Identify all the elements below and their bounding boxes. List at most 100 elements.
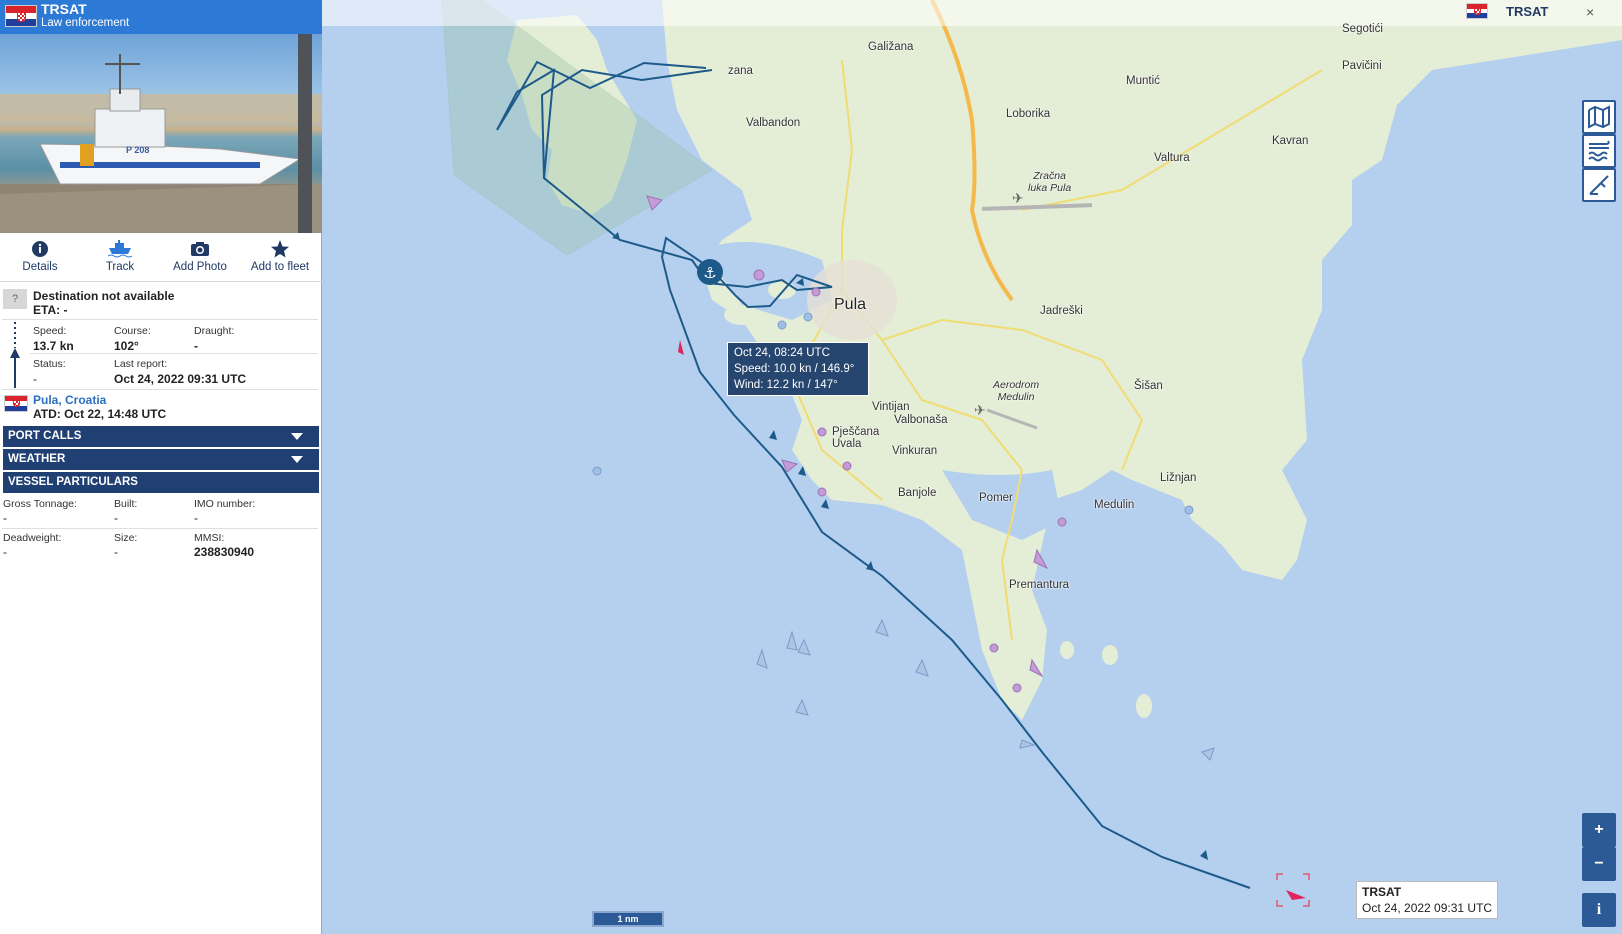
- deadweight-label: Deadweight:: [3, 532, 62, 544]
- vessel-map-label-time: Oct 24, 2022 09:31 UTC: [1362, 901, 1493, 915]
- status-value: -: [33, 372, 37, 386]
- place-label: Valtura: [1154, 152, 1190, 164]
- croatia-flag-icon: [1466, 3, 1488, 19]
- app-root: TRSAT Law enforcement P 208 Details Trac…: [0, 0, 1622, 934]
- size-value: -: [114, 545, 118, 559]
- weather-layer-button[interactable]: [1582, 134, 1616, 168]
- map-icon: [1588, 105, 1610, 129]
- voyage-info: Speed: 13.7 kn Course: 102° Draught: - S…: [0, 320, 320, 388]
- croatia-flag-icon: [5, 5, 37, 27]
- track-point-tooltip: Oct 24, 08:24 UTC Speed: 10.0 kn / 146.9…: [727, 342, 869, 396]
- mmsi-label: MMSI:: [194, 532, 225, 544]
- action-bar: Details Track Add Photo Add to fleet: [0, 240, 322, 282]
- built-label: Built:: [114, 498, 138, 510]
- scale-bar: 1 nm: [592, 911, 664, 927]
- place-label: Pavičini: [1342, 60, 1382, 72]
- tooltip-wind: Wind: 12.2 kn / 147°: [734, 379, 838, 391]
- speed-value: 13.7 kn: [33, 339, 74, 353]
- map-canvas: ⚓ ✈ ✈: [441, 0, 1622, 907]
- place-label: Muntić: [1126, 75, 1160, 87]
- place-label: Loborika: [1006, 108, 1051, 120]
- status-label: Status:: [33, 358, 66, 370]
- chevron-down-icon: [291, 433, 303, 440]
- vessel-particulars-title: VESSEL PARTICULARS: [8, 476, 138, 488]
- info-button[interactable]: i: [1582, 893, 1616, 927]
- anchor-icon[interactable]: ⚓: [697, 259, 723, 285]
- place-label: Pula: [834, 296, 867, 313]
- vessel-name: TRSAT: [41, 1, 87, 17]
- chevron-down-icon: [291, 456, 303, 463]
- add-to-fleet-button[interactable]: Add to fleet: [240, 240, 320, 273]
- airport-icon: ✈: [1012, 191, 1024, 207]
- imo-label: IMO number:: [194, 498, 256, 510]
- tooltip-time: Oct 24, 08:24 UTC: [734, 347, 830, 359]
- place-label: Šišan: [1134, 380, 1163, 392]
- last-report-value: Oct 24, 2022 09:31 UTC: [114, 372, 247, 386]
- draught-value: -: [194, 339, 198, 353]
- place-label: Segotići: [1342, 23, 1383, 35]
- departure-row: Pula, Croatia ATD: Oct 22, 14:48 UTC: [0, 392, 320, 422]
- departure-port-link[interactable]: Pula, Croatia: [33, 393, 106, 407]
- built-value: -: [114, 511, 118, 525]
- place-label: Kavran: [1272, 135, 1309, 147]
- selected-vessel-marker[interactable]: [1276, 873, 1310, 907]
- measure-tool-button[interactable]: [1582, 168, 1616, 202]
- place-label: Zračna luka Pula: [1028, 170, 1072, 194]
- gross-tonnage-label: Gross Tonnage:: [3, 498, 77, 510]
- course-value: 102°: [114, 339, 139, 353]
- place-label: Aerodrom Medulin: [993, 379, 1040, 403]
- vessel-panel: TRSAT Law enforcement P 208 Details Trac…: [0, 0, 322, 934]
- place-label: Vinkuran: [892, 445, 938, 457]
- selected-vessel-tab[interactable]: TRSAT: [1506, 4, 1548, 19]
- place-label: zana: [728, 65, 753, 77]
- atd-value: ATD: Oct 22, 14:48 UTC: [33, 407, 167, 421]
- place-label: Premantura: [1009, 579, 1070, 591]
- vessel-type: Law enforcement: [41, 17, 130, 29]
- add-photo-label: Add Photo: [173, 261, 227, 273]
- place-label: Valbandon: [746, 117, 801, 129]
- eta-value: ETA: -: [33, 303, 68, 317]
- size-label: Size:: [114, 532, 138, 544]
- vessel-map-label[interactable]: TRSAT Oct 24, 2022 09:31 UTC: [1356, 881, 1499, 919]
- close-icon[interactable]: ×: [1586, 4, 1594, 20]
- track-button[interactable]: Track: [80, 240, 160, 273]
- airport-icon: ✈: [974, 403, 986, 419]
- destination-title: Destination not available: [33, 289, 175, 303]
- place-label: Medulin: [1094, 499, 1135, 511]
- place-label: Vintijan: [872, 401, 910, 413]
- course-label: Course:: [114, 325, 151, 337]
- weather-section[interactable]: WEATHER: [3, 449, 319, 470]
- vessel-map-label-name: TRSAT: [1362, 885, 1402, 899]
- add-photo-button[interactable]: Add Photo: [160, 240, 240, 273]
- vessel-header: TRSAT Law enforcement: [0, 0, 322, 34]
- deadweight-value: -: [3, 545, 7, 559]
- details-button[interactable]: Details: [0, 240, 80, 273]
- mmsi-value: 238830940: [194, 545, 255, 559]
- place-label: Pomer: [979, 492, 1013, 504]
- details-label: Details: [22, 261, 58, 273]
- place-label: Banjole: [898, 487, 937, 499]
- ship-icon: [108, 240, 132, 258]
- draught-label: Draught:: [194, 325, 235, 337]
- progress-line-icon: [10, 322, 20, 388]
- track-label: Track: [105, 261, 135, 273]
- place-label: Jadreški: [1040, 305, 1083, 317]
- svg-text:⚓: ⚓: [703, 264, 716, 282]
- place-label: Pješčana Uvala: [832, 426, 880, 450]
- vessel-particulars-section[interactable]: VESSEL PARTICULARS: [3, 472, 319, 493]
- speed-label: Speed:: [33, 325, 67, 337]
- map-layers-button[interactable]: [1582, 100, 1616, 134]
- map-view[interactable]: ⚓ ✈ ✈ TRSAT × Galižana Segotići Pavičini…: [322, 0, 1622, 934]
- zoom-out-button[interactable]: −: [1582, 847, 1616, 881]
- hull-number: P 208: [126, 145, 150, 155]
- camera-icon: [191, 242, 209, 256]
- croatia-flag-icon: [4, 395, 28, 412]
- zoom-in-button[interactable]: +: [1582, 813, 1616, 847]
- gross-tonnage-value: -: [3, 511, 7, 525]
- place-label: Ližnjan: [1160, 472, 1197, 484]
- port-calls-section[interactable]: PORT CALLS: [3, 426, 319, 447]
- map-top-bar: TRSAT ×: [322, 0, 1622, 26]
- vessel-photo[interactable]: P 208: [0, 34, 322, 233]
- tooltip-speed: Speed: 10.0 kn / 146.9°: [734, 363, 855, 375]
- star-icon: [271, 240, 289, 258]
